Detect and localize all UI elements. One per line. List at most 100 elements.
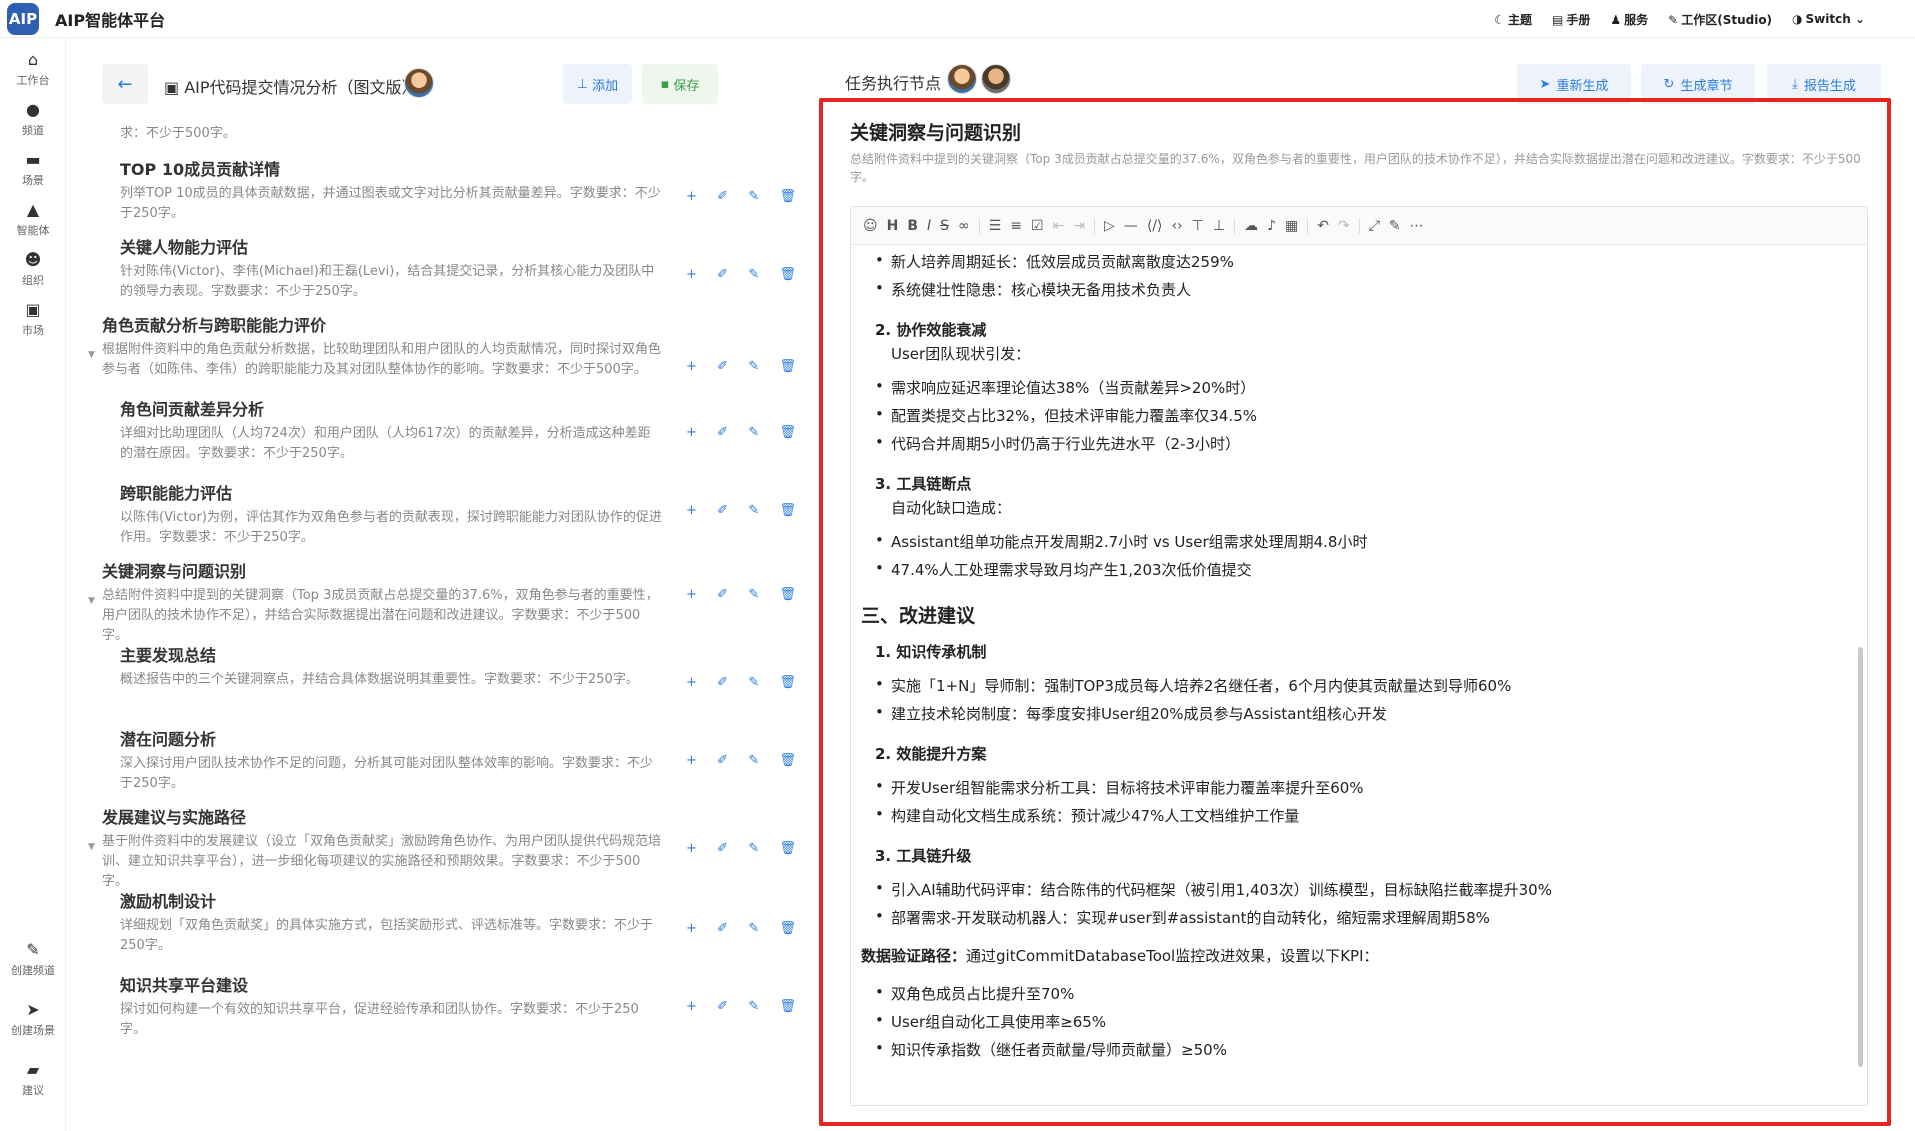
editor-scrollbar[interactable] <box>1858 647 1863 1067</box>
rewrite-icon[interactable]: ✎ <box>748 359 759 374</box>
edit-icon[interactable]: ✐ <box>717 425 728 440</box>
line-icon[interactable]: — <box>1124 218 1138 234</box>
trash-icon[interactable]: 🗑 <box>779 503 796 518</box>
add-child-icon[interactable]: + <box>686 587 697 602</box>
trash-icon[interactable]: 🗑 <box>779 267 796 282</box>
toolbar-divider <box>978 217 980 234</box>
sidebar-item-4[interactable]: ☻ 组织 <box>0 250 66 288</box>
trash-icon[interactable]: 🗑 <box>779 425 796 440</box>
sidebar-bottom-item-1[interactable]: ➤ 创建场景 <box>0 1000 66 1038</box>
checkbox-icon[interactable]: ☑ <box>1031 218 1044 234</box>
edit-icon[interactable]: ✐ <box>717 999 728 1014</box>
topnav-item-2[interactable]: ♟ 服务 <box>1610 11 1648 28</box>
edit-icon[interactable]: ✐ <box>717 267 728 282</box>
indent-icon[interactable]: ⇥ <box>1073 218 1085 234</box>
fullscreen-icon[interactable]: ⤢ <box>1369 218 1380 234</box>
trash-icon[interactable]: 🗑 <box>779 841 796 856</box>
trash-icon[interactable]: 🗑 <box>779 921 796 936</box>
sidebar-bottom-item-0[interactable]: ✎ 创建频道 <box>0 940 66 978</box>
outline-item-actions: + ✐ ✎ 🗑 <box>686 753 796 768</box>
trash-icon[interactable]: 🗑 <box>779 753 796 768</box>
trash-icon[interactable]: 🗑 <box>779 587 796 602</box>
rewrite-icon[interactable]: ✎ <box>748 189 759 204</box>
add-child-icon[interactable]: + <box>686 841 697 856</box>
add-child-icon[interactable]: + <box>686 999 697 1014</box>
outline-item-title: 发展建议与实施路径 <box>102 808 247 827</box>
upload-icon[interactable]: ☁ <box>1244 218 1258 234</box>
edit-icon[interactable]: ✐ <box>717 503 728 518</box>
trash-icon[interactable]: 🗑 <box>779 999 796 1014</box>
editor-toolbar: ☺ H B I S ∞ ☰ ≡ ☑ ⇤ ⇥ ▷ — ⟨/⟩ ‹› ⊤ ⊥ ☁ ♪… <box>851 207 1867 245</box>
trash-icon[interactable]: 🗑 <box>779 675 796 690</box>
collapse-caret-icon[interactable]: ▼ <box>88 350 95 360</box>
emoji-icon[interactable]: ☺ <box>863 218 878 234</box>
topnav-item-3[interactable]: ✎ 工作区(Studio) <box>1668 11 1772 28</box>
trash-icon[interactable]: 🗑 <box>779 189 796 204</box>
code-icon[interactable]: ⟨/⟩ <box>1147 218 1163 234</box>
bold-icon[interactable]: B <box>907 218 918 234</box>
link-icon[interactable]: ∞ <box>958 218 970 234</box>
inline-code-icon[interactable]: ‹› <box>1171 218 1182 234</box>
outdent-icon[interactable]: ⇤ <box>1053 218 1065 234</box>
redo-icon[interactable]: ↷ <box>1338 218 1350 234</box>
edit-icon[interactable]: ✐ <box>717 753 728 768</box>
more-icon[interactable]: ⋯ <box>1410 218 1424 234</box>
rewrite-icon[interactable]: ✎ <box>748 587 759 602</box>
add-child-icon[interactable]: + <box>686 503 697 518</box>
rewrite-icon[interactable]: ✎ <box>748 753 759 768</box>
rewrite-icon[interactable]: ✎ <box>748 841 759 856</box>
add-child-icon[interactable]: + <box>686 267 697 282</box>
add-child-icon[interactable]: + <box>686 921 697 936</box>
editor-content[interactable]: 新人培养周期延长：低效层成员贡献离散度达259% 系统健壮性隐患：核心模块无备用技… <box>851 245 1867 1105</box>
sidebar-item-2[interactable]: ▬ 场景 <box>0 150 66 188</box>
rewrite-icon[interactable]: ✎ <box>748 503 759 518</box>
rewrite-icon[interactable]: ✎ <box>748 675 759 690</box>
sidebar-item-1[interactable]: ● 频道 <box>0 100 66 138</box>
edit-mode-icon[interactable]: ✎ <box>1389 218 1401 234</box>
trash-icon[interactable]: 🗑 <box>779 359 796 374</box>
outline-item-title: 激励机制设计 <box>120 892 217 911</box>
back-button[interactable]: ← <box>102 64 148 104</box>
italic-icon[interactable]: I <box>927 218 931 234</box>
sidebar-item-5[interactable]: ▣ 市场 <box>0 300 66 338</box>
save-button[interactable]: ▪ 保存 <box>642 64 718 104</box>
quote-icon[interactable]: ▷ <box>1104 218 1115 234</box>
topnav-item-0[interactable]: ☾ 主题 <box>1494 11 1532 28</box>
add-child-icon[interactable]: + <box>686 189 697 204</box>
aip-logo[interactable]: AIP <box>7 2 39 35</box>
topnav-item-1[interactable]: ▤ 手册 <box>1552 11 1590 28</box>
add-child-icon[interactable]: + <box>686 753 697 768</box>
record-icon[interactable]: ♪ <box>1267 218 1276 234</box>
collapse-caret-icon[interactable]: ▼ <box>88 842 95 852</box>
markdown-editor[interactable]: ☺ H B I S ∞ ☰ ≡ ☑ ⇤ ⇥ ▷ — ⟨/⟩ ‹› ⊤ ⊥ ☁ ♪… <box>850 206 1868 1106</box>
bullet-list-icon[interactable]: ☰ <box>989 218 1002 234</box>
rewrite-icon[interactable]: ✎ <box>748 425 759 440</box>
add-child-icon[interactable]: + <box>686 425 697 440</box>
undo-icon[interactable]: ↶ <box>1317 218 1329 234</box>
collapse-caret-icon[interactable]: ▼ <box>88 596 95 606</box>
heading-icon[interactable]: H <box>887 218 899 234</box>
add-child-icon[interactable]: + <box>686 359 697 374</box>
ordered-list-icon[interactable]: ≡ <box>1010 218 1022 234</box>
sidebar-item-label: 市场 <box>22 324 44 337</box>
sidebar-bottom-item-2[interactable]: ▰ 建议 <box>0 1060 66 1098</box>
topnav-item-4[interactable]: ◑ Switch ⌄ <box>1792 12 1865 26</box>
edit-icon[interactable]: ✐ <box>717 841 728 856</box>
table-icon[interactable]: ▦ <box>1285 218 1298 234</box>
edit-icon[interactable]: ✐ <box>717 189 728 204</box>
topnav-label: Switch <box>1805 12 1851 26</box>
rewrite-icon[interactable]: ✎ <box>748 921 759 936</box>
sidebar-item-3[interactable]: ▲ 智能体 <box>0 200 66 238</box>
edit-icon[interactable]: ✐ <box>717 587 728 602</box>
edit-icon[interactable]: ✐ <box>717 675 728 690</box>
add-child-icon[interactable]: + <box>686 675 697 690</box>
add-button[interactable]: ⊥ 添加 <box>563 64 632 104</box>
sidebar-item-0[interactable]: ⌂ 工作台 <box>0 50 66 88</box>
rewrite-icon[interactable]: ✎ <box>748 267 759 282</box>
insert-after-icon[interactable]: ⊥ <box>1213 218 1225 234</box>
insert-before-icon[interactable]: ⊤ <box>1192 218 1204 234</box>
strikethrough-icon[interactable]: S <box>940 218 949 234</box>
rewrite-icon[interactable]: ✎ <box>748 999 759 1014</box>
edit-icon[interactable]: ✐ <box>717 359 728 374</box>
edit-icon[interactable]: ✐ <box>717 921 728 936</box>
